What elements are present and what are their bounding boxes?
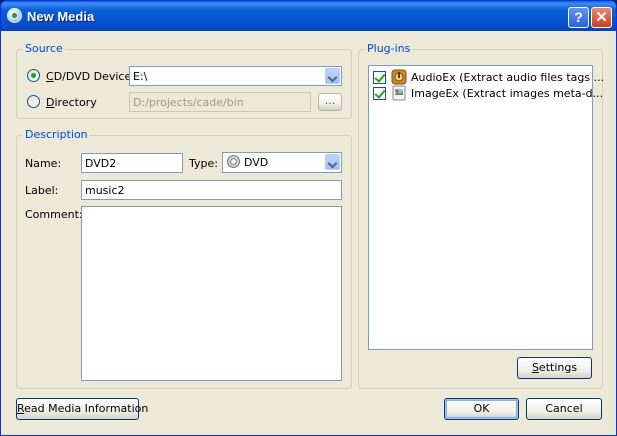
plugin-item-imageex[interactable]: ImageEx (Extract images meta-d... bbox=[373, 85, 603, 102]
plugins-list[interactable]: AudioEx (Extract audio files tags ... Im… bbox=[368, 65, 604, 350]
audioex-checkbox[interactable] bbox=[373, 71, 386, 84]
chevron-down-icon[interactable] bbox=[325, 154, 340, 170]
image-plugin-icon bbox=[392, 85, 406, 101]
close-button[interactable]: ✕ bbox=[591, 7, 612, 28]
directory-input[interactable]: D:/projects/cade/bin bbox=[129, 92, 311, 112]
comment-textarea[interactable] bbox=[81, 206, 342, 381]
directory-radio[interactable] bbox=[27, 95, 40, 108]
read-media-information-button[interactable]: Read Media Information bbox=[16, 398, 148, 420]
name-label: Name: bbox=[25, 157, 62, 170]
cd-dvd-radio[interactable] bbox=[27, 69, 40, 82]
title-bar[interactable]: New Media ? ✕ bbox=[1, 1, 616, 31]
chevron-down-icon[interactable] bbox=[325, 68, 340, 84]
new-media-dialog: New Media ? ✕ Source CD/DVD Device E:\ D… bbox=[0, 0, 617, 436]
cd-dvd-label[interactable]: CD/DVD Device bbox=[46, 70, 131, 83]
help-button[interactable]: ? bbox=[568, 7, 589, 28]
name-value: DVD2 bbox=[85, 157, 117, 170]
browse-button[interactable]: ... bbox=[318, 93, 342, 111]
cd-dvd-device-select[interactable]: E:\ bbox=[129, 66, 342, 86]
directory-value: D:/projects/cade/bin bbox=[133, 96, 244, 109]
cancel-button[interactable]: Cancel bbox=[526, 398, 602, 420]
label-label: Label: bbox=[25, 184, 59, 197]
description-group-title: Description bbox=[23, 128, 90, 141]
plugin-item-audioex[interactable]: AudioEx (Extract audio files tags ... bbox=[373, 69, 604, 86]
imageex-checkbox[interactable] bbox=[373, 87, 386, 100]
type-select[interactable]: DVD bbox=[222, 152, 342, 173]
dvd-disc-icon bbox=[227, 155, 240, 168]
imageex-label: ImageEx (Extract images meta-d... bbox=[411, 87, 604, 100]
window-title: New Media bbox=[27, 9, 95, 24]
cd-dvd-device-value: E:\ bbox=[133, 70, 148, 83]
label-value: music2 bbox=[85, 184, 125, 197]
settings-button[interactable]: Settings bbox=[517, 357, 592, 379]
ok-button[interactable]: OK bbox=[444, 398, 519, 420]
directory-label[interactable]: Directory bbox=[46, 96, 97, 109]
audioex-label: AudioEx (Extract audio files tags ... bbox=[411, 71, 605, 84]
label-input[interactable]: music2 bbox=[81, 180, 342, 200]
name-input[interactable]: DVD2 bbox=[81, 153, 183, 173]
comment-label: Comment: bbox=[25, 208, 83, 221]
source-group-title: Source bbox=[23, 42, 65, 55]
app-icon bbox=[7, 8, 22, 23]
plugins-group-title: Plug-ins bbox=[365, 42, 413, 55]
type-label: Type: bbox=[189, 157, 218, 170]
audio-plugin-icon bbox=[391, 69, 407, 85]
type-value: DVD bbox=[244, 156, 269, 169]
